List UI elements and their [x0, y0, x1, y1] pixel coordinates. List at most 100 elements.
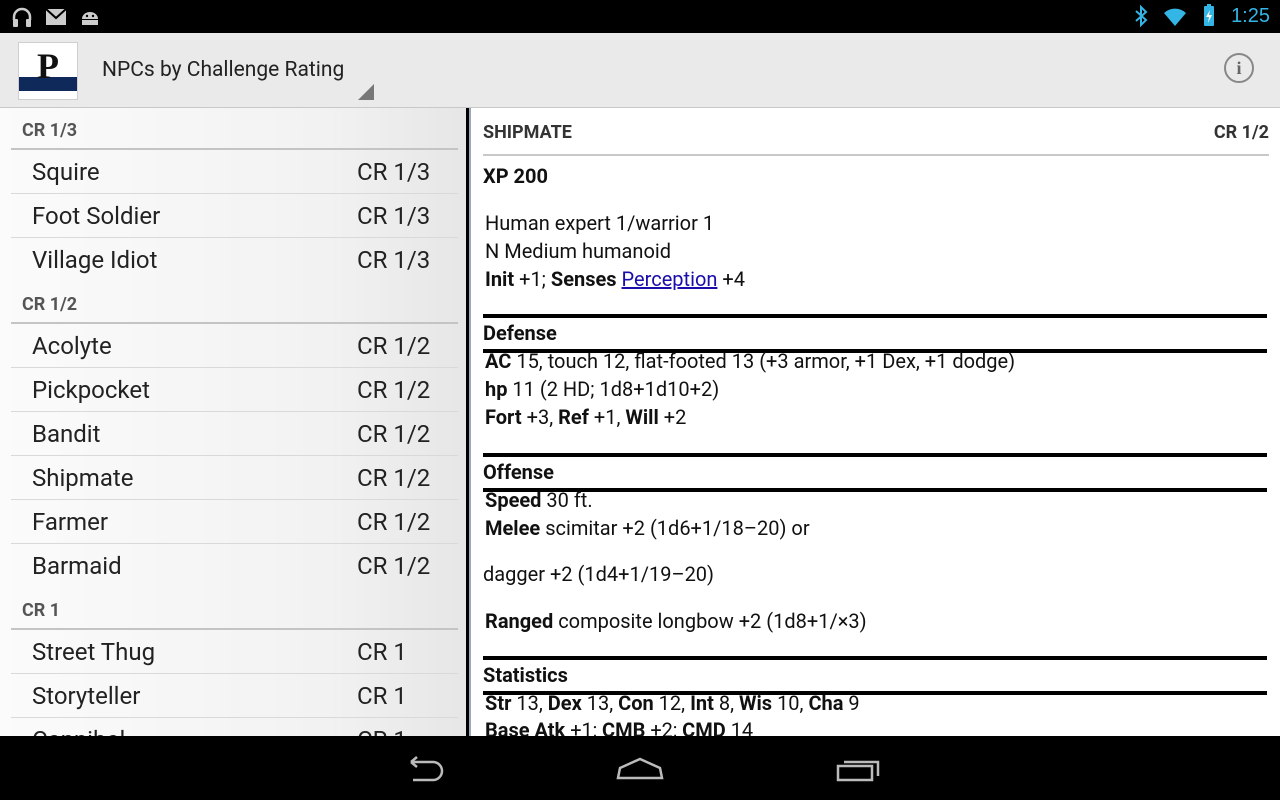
npc-cr: CR 1	[357, 682, 407, 710]
xp-value: XP 200	[483, 164, 548, 188]
cmb-label: CMB	[602, 718, 646, 736]
senses-label: Senses	[550, 267, 617, 291]
npc-list-item[interactable]: Street Thug CR 1	[11, 630, 458, 674]
ref-label: Ref	[558, 405, 589, 429]
npc-name: Village Idiot	[32, 246, 158, 274]
info-button[interactable]: i	[1224, 53, 1254, 83]
hp-line: hp 11 (2 HD; 1d8+1d10+2)	[485, 377, 719, 401]
offense-section-header: Offense	[483, 453, 1267, 492]
str-label: Str	[485, 691, 512, 715]
stat-block-header: SHIPMATE CR 1/2	[483, 122, 1269, 156]
ac-label: AC	[485, 349, 512, 373]
dex-value: 13,	[586, 691, 614, 715]
npc-cr: CR 1/2	[357, 508, 431, 536]
defense-section-header: Defense	[483, 314, 1267, 353]
group-header: CR 1	[11, 588, 458, 630]
perception-value: +4	[722, 267, 745, 291]
con-value: 12,	[658, 691, 686, 715]
npc-list-item[interactable]: Acolyte CR 1/2	[11, 324, 458, 368]
wifi-icon	[1164, 8, 1187, 26]
navigation-bar	[0, 736, 1280, 800]
combat-stats-line: Base Atk +1; CMB +2; CMD 14	[485, 718, 753, 736]
npc-list-item[interactable]: Bandit CR 1/2	[11, 412, 458, 456]
npc-name: Street Thug	[32, 638, 156, 666]
battery-icon	[1204, 4, 1215, 26]
logo-glyph: P	[37, 46, 59, 86]
headphones-icon	[12, 7, 32, 27]
npc-list-item[interactable]: Foot Soldier CR 1/3	[11, 194, 458, 238]
npc-list-item[interactable]: Squire CR 1/3	[11, 150, 458, 194]
npc-list-item[interactable]: Village Idiot CR 1/3	[11, 238, 458, 282]
npc-list[interactable]: CR 1/3 Squire CR 1/3 Foot Soldier CR 1/3 V…	[0, 108, 466, 736]
will-value: +2	[663, 405, 687, 429]
saves-line: Fort +3, Ref +1, Will +2	[485, 405, 686, 429]
hp-label: hp	[485, 377, 508, 401]
wis-label: Wis	[739, 691, 773, 715]
melee-line: Melee scimitar +2 (1d6+1/18–20) or	[485, 516, 810, 540]
perception-link[interactable]: Perception	[622, 267, 718, 291]
home-icon[interactable]	[615, 754, 665, 784]
category-spinner[interactable]: NPCs by Challenge Rating	[102, 58, 344, 82]
spinner-dropdown-icon[interactable]	[358, 84, 374, 100]
cmd-label: CMD	[682, 718, 726, 736]
int-label: Int	[690, 691, 714, 715]
npc-list-item[interactable]: Storyteller CR 1	[11, 674, 458, 718]
fort-label: Fort	[485, 405, 522, 429]
npc-list-item[interactable]: Pickpocket CR 1/2	[11, 368, 458, 412]
npc-cr: CR 1/3	[357, 158, 431, 186]
npc-cr: CR 1/2	[357, 420, 431, 448]
melee-value: scimitar +2 (1d6+1/18–20) or	[545, 516, 810, 540]
action-bar: P NPCs by Challenge Rating i	[0, 33, 1280, 108]
int-value: 8,	[718, 691, 735, 715]
npc-cr: CR 1/3	[357, 246, 431, 274]
fort-value: +3,	[526, 405, 554, 429]
bluetooth-icon	[1135, 4, 1148, 28]
npc-cr: CR 1	[357, 726, 407, 736]
ac-line: AC 15, touch 12, flat-footed 13 (+3 armo…	[485, 349, 1015, 373]
npc-name: Acolyte	[32, 332, 112, 360]
cha-label: Cha	[808, 691, 844, 715]
stat-block[interactable]: SHIPMATE CR 1/2 XP 200 Human expert 1/wa…	[469, 108, 1280, 736]
npc-cr: CR 1/2	[357, 332, 431, 360]
npc-list-item[interactable]: Cannibal CR 1	[11, 718, 458, 736]
npc-cr: CR 1/2	[357, 552, 431, 580]
melee-label: Melee	[485, 516, 541, 540]
npc-list-item[interactable]: Farmer CR 1/2	[11, 500, 458, 544]
npc-name: Storyteller	[32, 682, 141, 710]
dex-label: Dex	[547, 691, 582, 715]
npc-cr: CR 1/2	[357, 376, 431, 404]
back-icon[interactable]	[399, 754, 449, 784]
npc-name: Foot Soldier	[32, 202, 161, 230]
speed-label: Speed	[485, 488, 542, 512]
npc-name: Pickpocket	[32, 376, 150, 404]
will-label: Will	[625, 405, 659, 429]
ranged-line: Ranged composite longbow +2 (1d8+1/×3)	[485, 609, 867, 633]
ability-scores-line: Str 13, Dex 13, Con 12, Int 8, Wis 10, C…	[485, 691, 860, 715]
npc-title: SHIPMATE	[483, 122, 572, 143]
alignment-line: N Medium humanoid	[485, 239, 672, 263]
notification-icons	[10, 5, 102, 29]
app-logo[interactable]: P	[18, 42, 78, 100]
init-value: +1;	[519, 267, 546, 291]
recent-apps-icon[interactable]	[833, 754, 883, 784]
wis-value: 10,	[777, 691, 804, 715]
npc-list-item-selected[interactable]: Shipmate CR 1/2	[11, 456, 458, 500]
init-senses-line: Init +1; Senses Perception +4	[485, 267, 745, 291]
gmail-icon	[45, 8, 67, 25]
con-label: Con	[618, 691, 654, 715]
npc-cr: CR 1	[357, 638, 407, 666]
npc-name: Bandit	[32, 420, 101, 448]
npc-cr: CR 1/2	[357, 464, 431, 492]
npc-name: Farmer	[32, 508, 108, 536]
bab-label: Base Atk	[485, 718, 566, 736]
npc-title-cr: CR 1/2	[1213, 122, 1269, 143]
bab-value: +1;	[570, 718, 598, 736]
group-header: CR 1/3	[11, 108, 458, 150]
npc-list-item[interactable]: Barmaid CR 1/2	[11, 544, 458, 588]
npc-cr: CR 1/3	[357, 202, 431, 230]
speed-value: 30 ft.	[546, 488, 593, 512]
type-line: Human expert 1/warrior 1	[485, 211, 715, 235]
npc-name: Cannibal	[32, 726, 125, 736]
hp-value: 11 (2 HD; 1d8+1d10+2)	[512, 377, 720, 401]
npc-name: Barmaid	[32, 552, 122, 580]
